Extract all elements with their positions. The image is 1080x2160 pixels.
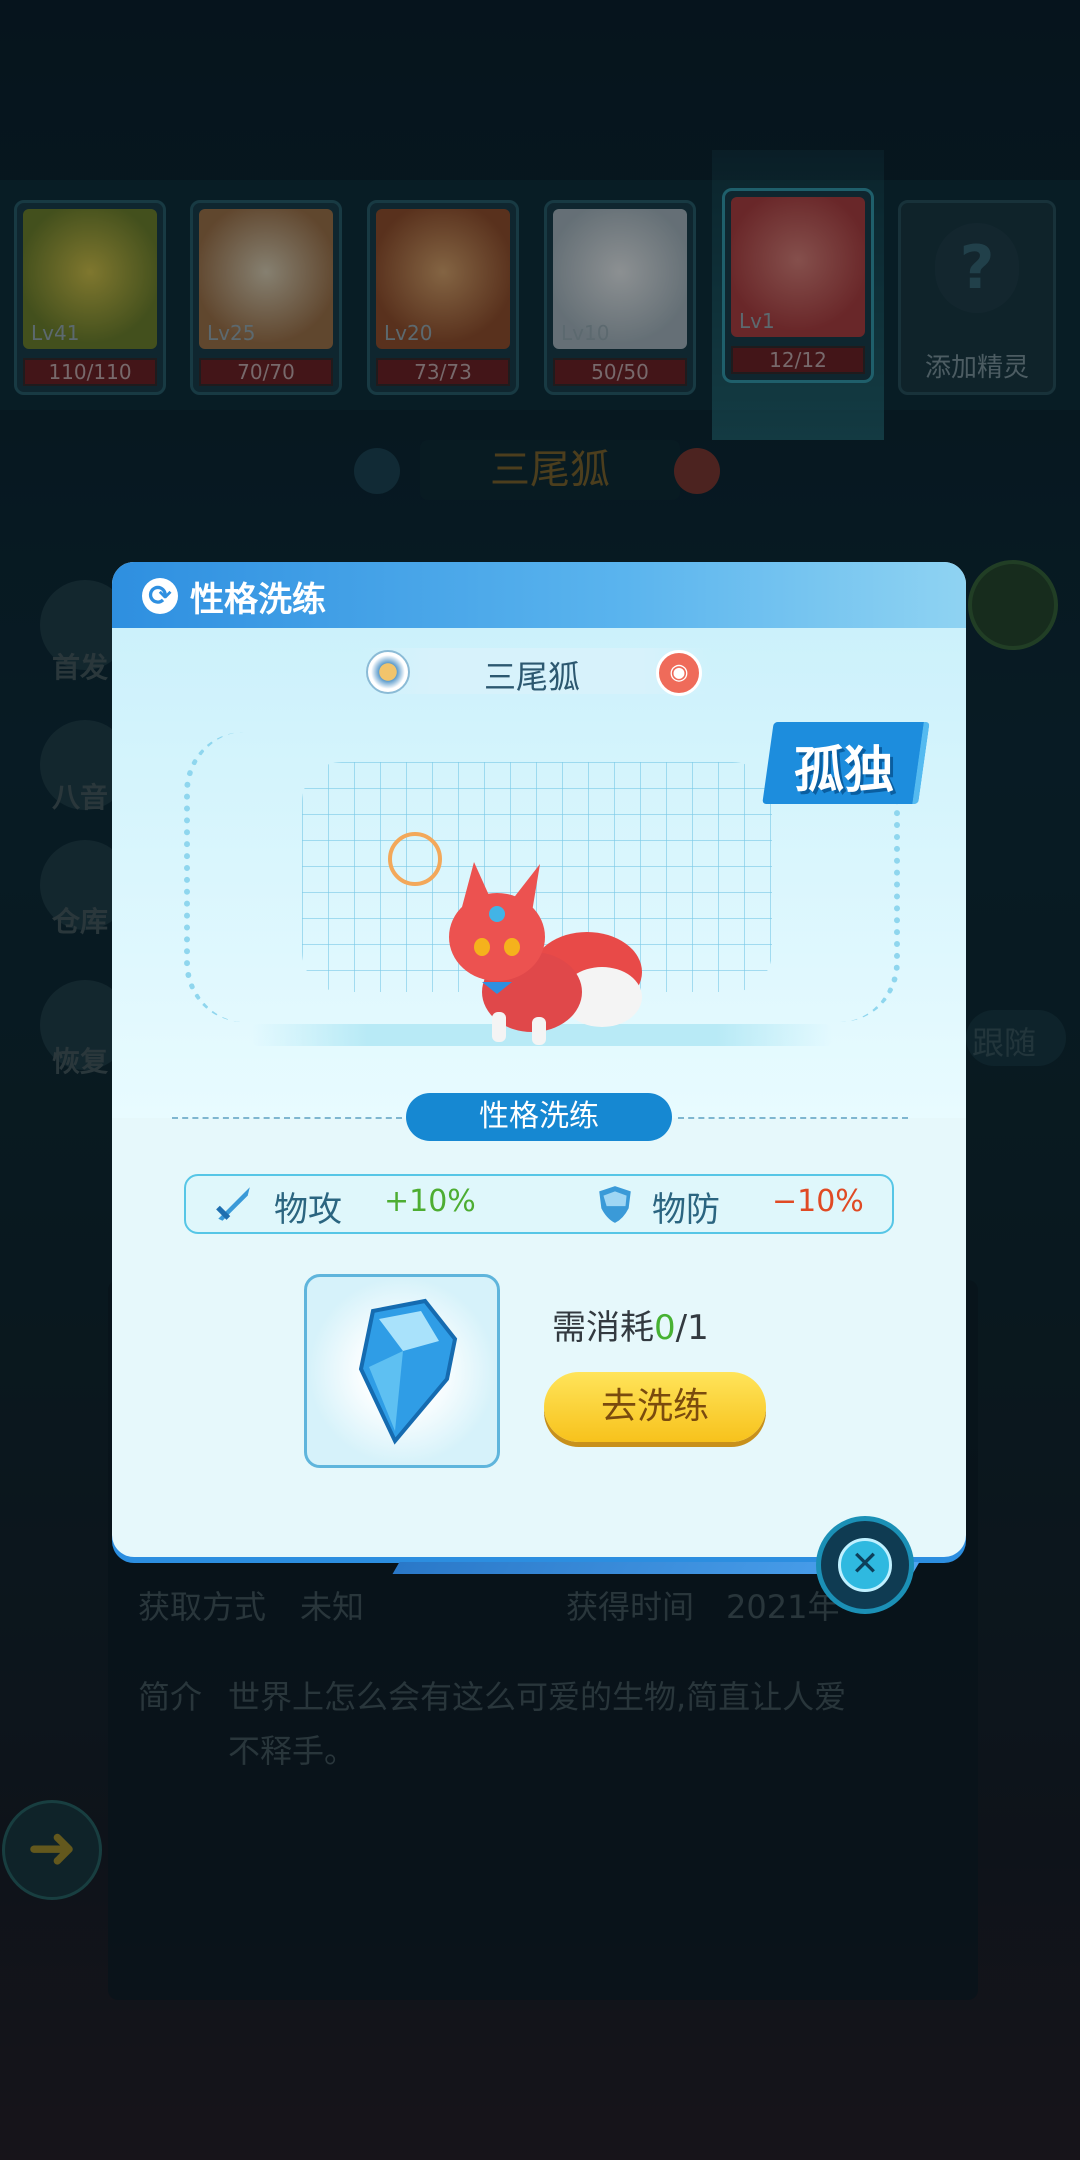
modal-title: 性格洗练: [190, 580, 326, 620]
attack-stat-label: 物攻: [274, 1190, 342, 1230]
defense-stat-change: −10%: [772, 1184, 864, 1219]
refresh-icon: ⟳: [142, 578, 178, 614]
nature-wash-modal: ⟳ 性格洗练 三尾狐 ◉ 孤独 性格洗练 物攻 +10% 物防 −10% 需消耗…: [112, 562, 966, 1557]
blue-crystal-icon: [358, 1298, 458, 1445]
shield-icon: [599, 1186, 631, 1223]
attack-stat-change: +10%: [384, 1184, 476, 1219]
cost-required: /1: [675, 1308, 709, 1348]
divider-left: [172, 1117, 402, 1121]
cost-text: 需消耗0/1: [552, 1300, 709, 1349]
go-wash-button[interactable]: 去洗练: [544, 1372, 766, 1442]
pet-type-icon: ◉: [656, 650, 702, 696]
cost-label: 需消耗: [552, 1308, 654, 1348]
nature-wash-tag: 性格洗练: [406, 1093, 672, 1141]
close-icon[interactable]: ✕: [838, 1538, 892, 1592]
divider-right: [678, 1117, 908, 1121]
trait-label: 孤独: [794, 741, 894, 799]
cost-owned: 0: [654, 1308, 676, 1348]
sword-icon: [216, 1187, 250, 1221]
pet-name: 三尾狐: [483, 658, 580, 696]
defense-stat-label: 物防: [652, 1190, 720, 1230]
three-tailed-fox-sprite: [449, 862, 642, 1045]
item-slot[interactable]: [304, 1274, 500, 1468]
stage-ring-left: [184, 732, 250, 1022]
element-badge-icon: [366, 650, 410, 694]
